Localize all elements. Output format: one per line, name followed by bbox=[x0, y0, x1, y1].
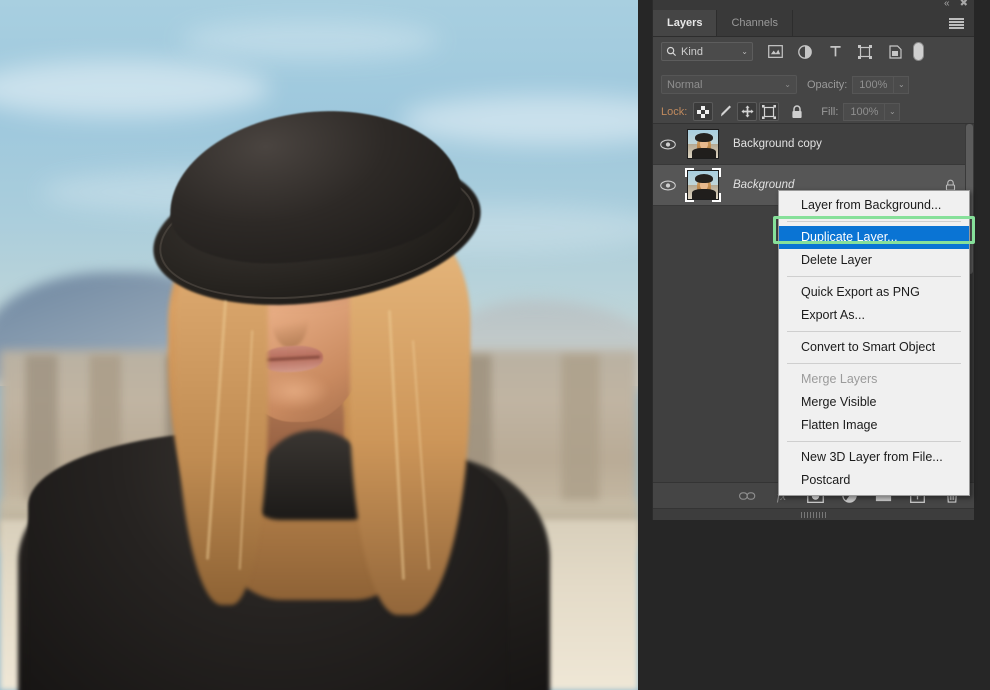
document-canvas[interactable] bbox=[0, 0, 638, 690]
lock-all-icon[interactable] bbox=[787, 102, 807, 121]
fill-input[interactable]: 100% bbox=[843, 102, 886, 121]
search-icon bbox=[666, 46, 677, 57]
eye-icon[interactable] bbox=[653, 139, 683, 150]
chin-highlight bbox=[258, 372, 330, 410]
chevron-down-icon: ⌄ bbox=[784, 80, 791, 89]
menu-separator bbox=[787, 276, 961, 277]
lock-label: Lock: bbox=[661, 105, 688, 118]
eye-icon[interactable] bbox=[653, 180, 683, 191]
tab-layers-label: Layers bbox=[667, 17, 703, 29]
lock-image-pixels-icon[interactable] bbox=[715, 102, 735, 121]
menu-item-new-3d-layer-from-file[interactable]: New 3D Layer from File... bbox=[779, 446, 969, 469]
lock-position-icon[interactable] bbox=[737, 102, 758, 121]
panel-title-bar: « ✖ bbox=[653, 0, 974, 10]
menu-item-duplicate-layer[interactable]: Duplicate Layer... bbox=[779, 226, 969, 249]
panel-menu-icon[interactable] bbox=[949, 18, 964, 29]
lock-transparent-pixels-icon[interactable] bbox=[693, 102, 714, 121]
layer-filter-row: Kind ⌄ bbox=[653, 37, 974, 66]
tab-channels-label: Channels bbox=[731, 17, 778, 29]
fill-value: 100% bbox=[850, 105, 879, 118]
panel-resize-footer[interactable] bbox=[653, 508, 974, 520]
menu-item-convert-to-smart-object[interactable]: Convert to Smart Object bbox=[779, 336, 969, 359]
opacity-value: 100% bbox=[859, 78, 888, 91]
menu-item-postcard[interactable]: Postcard bbox=[779, 469, 969, 492]
pixel-layer-filter-icon[interactable] bbox=[767, 44, 783, 60]
layer-name-label: Background copy bbox=[733, 138, 822, 150]
opacity-label: Opacity: bbox=[807, 78, 848, 91]
adjustment-layer-filter-icon[interactable] bbox=[797, 44, 813, 60]
photo-image bbox=[0, 0, 638, 690]
smart-object-filter-icon[interactable] bbox=[887, 44, 903, 60]
panel-tab-strip: Layers Channels bbox=[653, 10, 974, 37]
fill-label: Fill: bbox=[821, 105, 839, 118]
fill-stepper-icon[interactable]: ⌄ bbox=[885, 102, 901, 121]
chevron-down-icon: ⌄ bbox=[741, 47, 748, 56]
window-controls: « ✖ bbox=[944, 0, 968, 9]
tab-layers[interactable]: Layers bbox=[653, 10, 718, 36]
cloud bbox=[180, 20, 440, 60]
blend-mode-select[interactable]: Normal ⌄ bbox=[661, 75, 797, 94]
menu-separator bbox=[787, 363, 961, 364]
menu-item-export-as[interactable]: Export As... bbox=[779, 304, 969, 327]
filter-kind-label: Kind bbox=[681, 45, 704, 58]
close-panel-icon[interactable]: ✖ bbox=[960, 0, 968, 9]
menu-separator bbox=[787, 221, 961, 222]
shape-layer-filter-icon[interactable] bbox=[857, 44, 873, 60]
menu-item-layer-from-background[interactable]: Layer from Background... bbox=[779, 194, 969, 217]
filter-type-icons bbox=[767, 44, 903, 60]
menu-item-flatten-image[interactable]: Flatten Image bbox=[779, 414, 969, 437]
type-layer-filter-icon[interactable] bbox=[827, 44, 843, 60]
lock-row: Lock: Fill: 100% ⌄ bbox=[653, 100, 974, 124]
resize-grip-icon[interactable] bbox=[800, 511, 827, 518]
layer-row-background-copy[interactable]: Background copy bbox=[653, 124, 974, 165]
opacity-input[interactable]: 100% bbox=[852, 75, 895, 94]
app-root: « ✖ Layers Channels Kind ⌄ Normal ⌄ Opac… bbox=[0, 0, 990, 690]
thumbnail-selection-brackets bbox=[685, 168, 721, 202]
collapse-panel-icon[interactable]: « bbox=[944, 0, 950, 9]
menu-item-delete-layer[interactable]: Delete Layer bbox=[779, 249, 969, 272]
menu-item-merge-layers: Merge Layers bbox=[801, 372, 878, 386]
filter-enable-toggle[interactable] bbox=[913, 42, 924, 61]
menu-item-merge-visible[interactable]: Merge Visible bbox=[779, 391, 969, 414]
layer-thumbnail-wrap bbox=[683, 127, 723, 161]
lock-artboard-nesting-icon[interactable] bbox=[759, 102, 780, 121]
layer-thumbnail bbox=[687, 129, 719, 159]
menu-separator bbox=[787, 441, 961, 442]
menu-separator bbox=[787, 331, 961, 332]
filter-kind-select[interactable]: Kind ⌄ bbox=[661, 42, 753, 61]
layer-context-menu[interactable]: Layer from Background... Duplicate Layer… bbox=[778, 190, 970, 496]
link-layers-icon[interactable] bbox=[739, 487, 756, 504]
menu-item-quick-export-as-png[interactable]: Quick Export as PNG bbox=[779, 281, 969, 304]
tab-channels[interactable]: Channels bbox=[717, 10, 793, 36]
layer-thumbnail-wrap bbox=[683, 168, 723, 202]
blend-mode-row: Normal ⌄ Opacity: 100% ⌄ bbox=[653, 72, 974, 97]
blend-mode-value: Normal bbox=[667, 78, 703, 91]
opacity-stepper-icon[interactable]: ⌄ bbox=[894, 75, 910, 94]
